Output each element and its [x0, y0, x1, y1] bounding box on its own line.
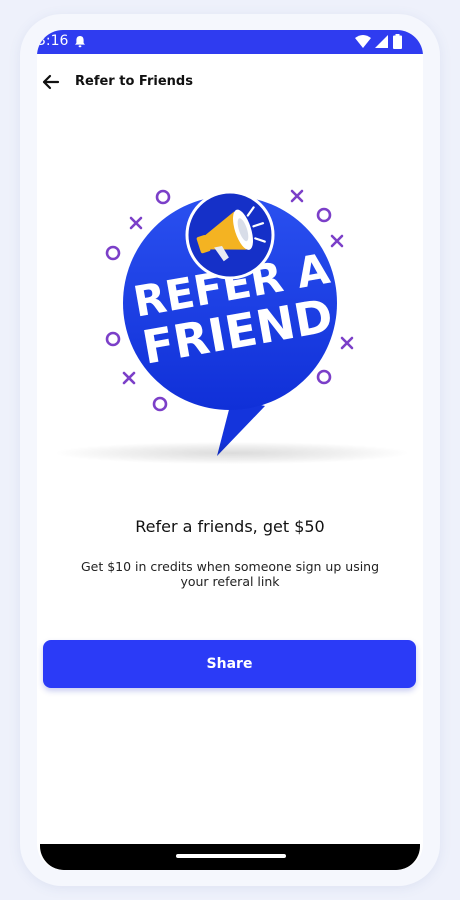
- back-arrow-icon[interactable]: [41, 72, 61, 96]
- referral-description: Get $10 in credits when someone sign up …: [80, 559, 380, 589]
- decor-circle: [105, 331, 121, 347]
- refer-illustration-graphic: REFER A FRIEND: [105, 189, 354, 456]
- bell-icon: [74, 35, 86, 52]
- decor-cross: [290, 189, 304, 203]
- navigation-bar: [40, 844, 420, 870]
- referral-headline: Refer a friends, get $50: [135, 517, 325, 536]
- battery-icon: [393, 34, 402, 53]
- home-indicator[interactable]: [176, 854, 286, 858]
- app-screen: 3:16 Refer to Friends REFER A FRIEND Ref…: [37, 30, 423, 870]
- decor-cross: [129, 216, 143, 230]
- status-time: 3:16: [37, 33, 69, 49]
- refer-illustration: REFER A FRIEND: [97, 158, 377, 458]
- cell-signal-icon: [375, 35, 388, 52]
- share-button[interactable]: Share: [43, 640, 416, 688]
- wifi-icon: [355, 35, 371, 52]
- app-bar: Refer to Friends: [37, 66, 423, 100]
- floor-shadow: [57, 442, 407, 464]
- decor-cross: [340, 336, 354, 350]
- status-bar: 3:16: [37, 30, 423, 54]
- megaphone-icon: [185, 190, 275, 280]
- decor-circle: [155, 189, 171, 205]
- decor-circle: [316, 207, 332, 223]
- decor-cross: [122, 371, 136, 385]
- decor-circle: [152, 396, 168, 412]
- decor-circle: [316, 369, 332, 385]
- decor-circle: [105, 245, 121, 261]
- decor-cross: [330, 234, 344, 248]
- page-title: Refer to Friends: [75, 74, 193, 89]
